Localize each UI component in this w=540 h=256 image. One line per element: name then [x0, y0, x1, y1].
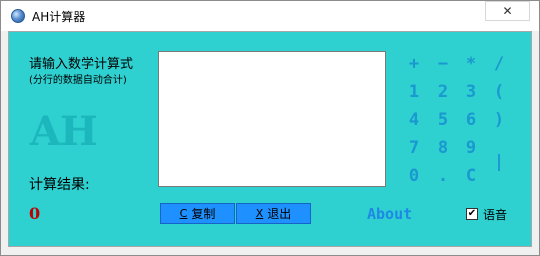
- voice-label[interactable]: 语音: [483, 206, 507, 223]
- key-clear[interactable]: C: [460, 165, 482, 187]
- key-0[interactable]: 0: [403, 165, 425, 187]
- copy-button[interactable]: C 复制: [160, 203, 235, 224]
- key-9[interactable]: 9: [460, 137, 482, 159]
- close-button[interactable]: ✕: [485, 1, 530, 21]
- key-divide[interactable]: /: [488, 53, 510, 75]
- key-bar[interactable]: |: [488, 142, 510, 182]
- key-4[interactable]: 4: [403, 109, 425, 131]
- key-3[interactable]: 3: [460, 81, 482, 103]
- exit-label: 退出: [267, 207, 292, 221]
- key-1[interactable]: 1: [403, 81, 425, 103]
- check-icon: ✔: [467, 208, 477, 219]
- key-plus[interactable]: +: [403, 53, 425, 75]
- exit-mnemonic: X: [255, 207, 264, 220]
- key-5[interactable]: 5: [432, 109, 454, 131]
- key-multiply[interactable]: *: [460, 53, 482, 75]
- key-close-paren[interactable]: ): [488, 109, 510, 131]
- input-subprompt: (分行的数据自动合计): [29, 75, 127, 86]
- input-prompt: 请输入数学计算式: [29, 57, 134, 72]
- result-value: 0: [29, 204, 41, 223]
- voice-checkbox[interactable]: ✔: [466, 208, 478, 220]
- window-title: AH计算器: [32, 10, 86, 24]
- title-bar: AH计算器 ✕: [1, 1, 539, 31]
- exit-button[interactable]: X 退出: [236, 203, 311, 224]
- globe-icon: [11, 9, 25, 23]
- key-minus[interactable]: −: [432, 53, 454, 75]
- key-6[interactable]: 6: [460, 109, 482, 131]
- key-8[interactable]: 8: [432, 137, 454, 159]
- about-link[interactable]: About: [367, 205, 412, 223]
- ah-logo: AH: [30, 108, 98, 155]
- copy-label: 复制: [191, 207, 216, 221]
- key-open-paren[interactable]: (: [488, 81, 510, 103]
- key-dot[interactable]: .: [432, 165, 454, 187]
- expression-input[interactable]: [158, 51, 386, 187]
- close-icon: ✕: [502, 4, 513, 18]
- key-7[interactable]: 7: [403, 137, 425, 159]
- result-label: 计算结果:: [29, 177, 90, 193]
- key-2[interactable]: 2: [432, 81, 454, 103]
- copy-mnemonic: C: [179, 207, 188, 220]
